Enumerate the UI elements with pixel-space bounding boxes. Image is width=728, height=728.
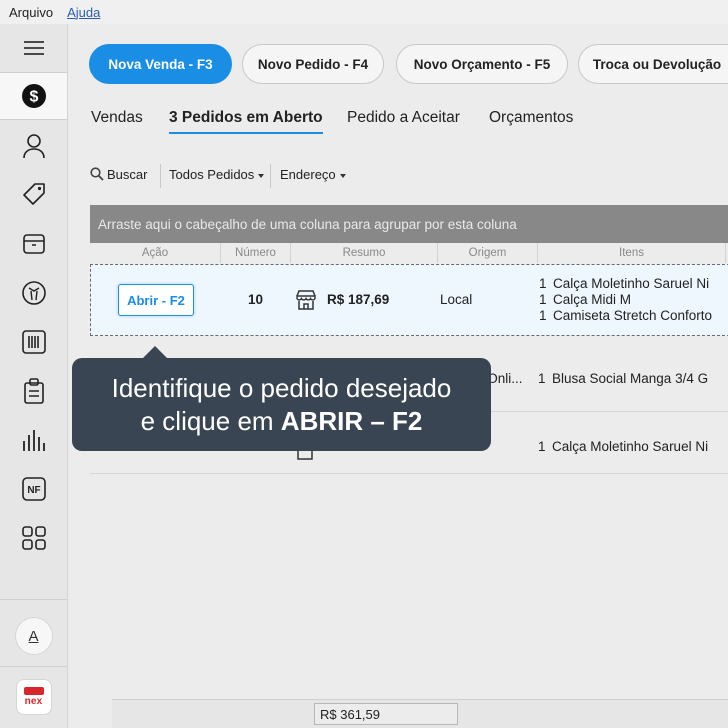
dollar-icon: $ bbox=[21, 84, 46, 108]
grid-footer: R$ 361,59 bbox=[112, 699, 728, 728]
sidebar-item-sales[interactable]: $ bbox=[0, 72, 67, 120]
chart-icon bbox=[22, 430, 45, 451]
address-filter-label: Endereço bbox=[280, 167, 336, 182]
sidebar: $ NF A nex bbox=[0, 24, 68, 728]
open-order-button[interactable]: Abrir - F2 bbox=[118, 284, 194, 316]
column-header-origin[interactable]: Origem bbox=[438, 243, 538, 263]
tab-quotes[interactable]: Orçamentos bbox=[489, 109, 573, 127]
order-origin: Local bbox=[440, 292, 473, 307]
orders-grid: Arraste aqui o cabeçalho de uma coluna p… bbox=[90, 205, 728, 728]
menu-icon bbox=[23, 41, 44, 55]
search-label: Buscar bbox=[107, 167, 148, 182]
barcode-icon bbox=[21, 330, 46, 354]
tooltip-line-2: e clique em ABRIR – F2 bbox=[140, 405, 423, 436]
order-items: 1 Calça Moletinho Saruel Ni bbox=[538, 439, 708, 455]
orders-filter-label: Todos Pedidos bbox=[169, 167, 255, 182]
sidebar-item-apps[interactable] bbox=[0, 514, 67, 562]
new-order-button[interactable]: Novo Pedido - F4 bbox=[242, 44, 384, 84]
sidebar-item-invoices[interactable]: NF bbox=[0, 465, 67, 513]
brand-logo-button[interactable]: nex bbox=[0, 673, 67, 721]
list-item: 1 Calça Midi M bbox=[539, 292, 632, 307]
logo-mark bbox=[23, 687, 44, 695]
sidebar-item-products[interactable] bbox=[0, 269, 67, 317]
user-menu-button[interactable]: A bbox=[0, 612, 67, 660]
order-number: 10 bbox=[248, 292, 264, 307]
address-filter-dropdown[interactable]: Endereço bbox=[280, 167, 346, 182]
logo-text: nex bbox=[24, 696, 43, 707]
exchange-return-button[interactable]: Troca ou Devolução bbox=[578, 44, 728, 84]
footer-total: R$ 361,59 bbox=[314, 703, 458, 725]
sidebar-item-orders[interactable] bbox=[0, 367, 67, 415]
toolbar-divider bbox=[270, 164, 271, 188]
nf-icon-label: NF bbox=[27, 485, 40, 496]
tutorial-tooltip: Identifique o pedido desejado e clique e… bbox=[72, 346, 491, 451]
apps-icon bbox=[21, 526, 46, 550]
shirt-icon bbox=[21, 281, 46, 305]
tab-open-orders[interactable]: 3 Pedidos em Aberto bbox=[169, 109, 323, 134]
box-icon bbox=[22, 234, 45, 254]
svg-text:$: $ bbox=[29, 89, 38, 106]
list-item: 1 Camiseta Stretch Conforto bbox=[539, 308, 713, 323]
sidebar-item-barcode[interactable] bbox=[0, 318, 67, 366]
order-items: 1 Calça Moletinho Saruel Ni 1 Calça Midi M… bbox=[539, 276, 712, 324]
avatar: A bbox=[14, 617, 53, 655]
column-header-action[interactable]: Ação bbox=[90, 243, 221, 263]
store-icon bbox=[297, 451, 313, 460]
sidebar-item-promotions[interactable] bbox=[0, 171, 67, 219]
tab-orders-to-accept[interactable]: Pedido a Aceitar bbox=[347, 109, 460, 127]
table-row[interactable]: Abrir - F2 10 R$ 187,69 Local 1 Calça Mol… bbox=[90, 264, 728, 336]
new-quote-button[interactable]: Novo Orçamento - F5 bbox=[396, 44, 568, 84]
tag-icon bbox=[22, 183, 45, 205]
sidebar-divider bbox=[0, 666, 67, 667]
list-item: 1 Calça Moletinho Saruel Ni bbox=[538, 439, 709, 454]
chevron-down-icon bbox=[339, 173, 346, 178]
sidebar-item-reports[interactable] bbox=[0, 416, 67, 464]
search-icon bbox=[90, 167, 104, 181]
menu-file[interactable]: Arquivo bbox=[9, 5, 53, 20]
list-item: 1 Blusa Social Manga 3/4 G bbox=[538, 371, 709, 386]
group-by-panel[interactable]: Arraste aqui o cabeçalho de uma coluna p… bbox=[90, 205, 728, 243]
list-item: 1 Calça Moletinho Saruel Ni bbox=[539, 276, 710, 291]
clipboard-icon bbox=[23, 378, 44, 404]
order-items: 1 Blusa Social Manga 3/4 G bbox=[538, 371, 708, 387]
search-button[interactable]: Buscar bbox=[90, 167, 147, 182]
sidebar-item-customers[interactable] bbox=[0, 122, 67, 170]
store-icon bbox=[296, 290, 316, 310]
sidebar-item-stock[interactable] bbox=[0, 220, 67, 268]
nex-logo: nex bbox=[15, 679, 52, 715]
user-icon bbox=[22, 134, 45, 159]
chevron-down-icon bbox=[258, 173, 265, 178]
hamburger-menu-button[interactable] bbox=[0, 24, 67, 72]
column-header-number[interactable]: Número bbox=[221, 243, 291, 263]
menu-help[interactable]: Ajuda bbox=[67, 5, 100, 20]
menu-bar: Arquivo Ajuda bbox=[0, 0, 728, 24]
new-sale-button[interactable]: Nova Venda - F3 bbox=[89, 44, 232, 84]
column-header-summary[interactable]: Resumo bbox=[291, 243, 438, 263]
sidebar-divider bbox=[0, 599, 67, 600]
tab-sales[interactable]: Vendas bbox=[91, 109, 143, 127]
nf-icon: NF bbox=[21, 477, 46, 501]
tooltip-line-1: Identifique o pedido desejado bbox=[111, 372, 452, 403]
order-total: R$ 187,69 bbox=[327, 292, 390, 307]
orders-filter-dropdown[interactable]: Todos Pedidos bbox=[169, 167, 265, 182]
column-header-items[interactable]: Itens bbox=[538, 243, 726, 263]
toolbar-divider bbox=[160, 164, 161, 188]
